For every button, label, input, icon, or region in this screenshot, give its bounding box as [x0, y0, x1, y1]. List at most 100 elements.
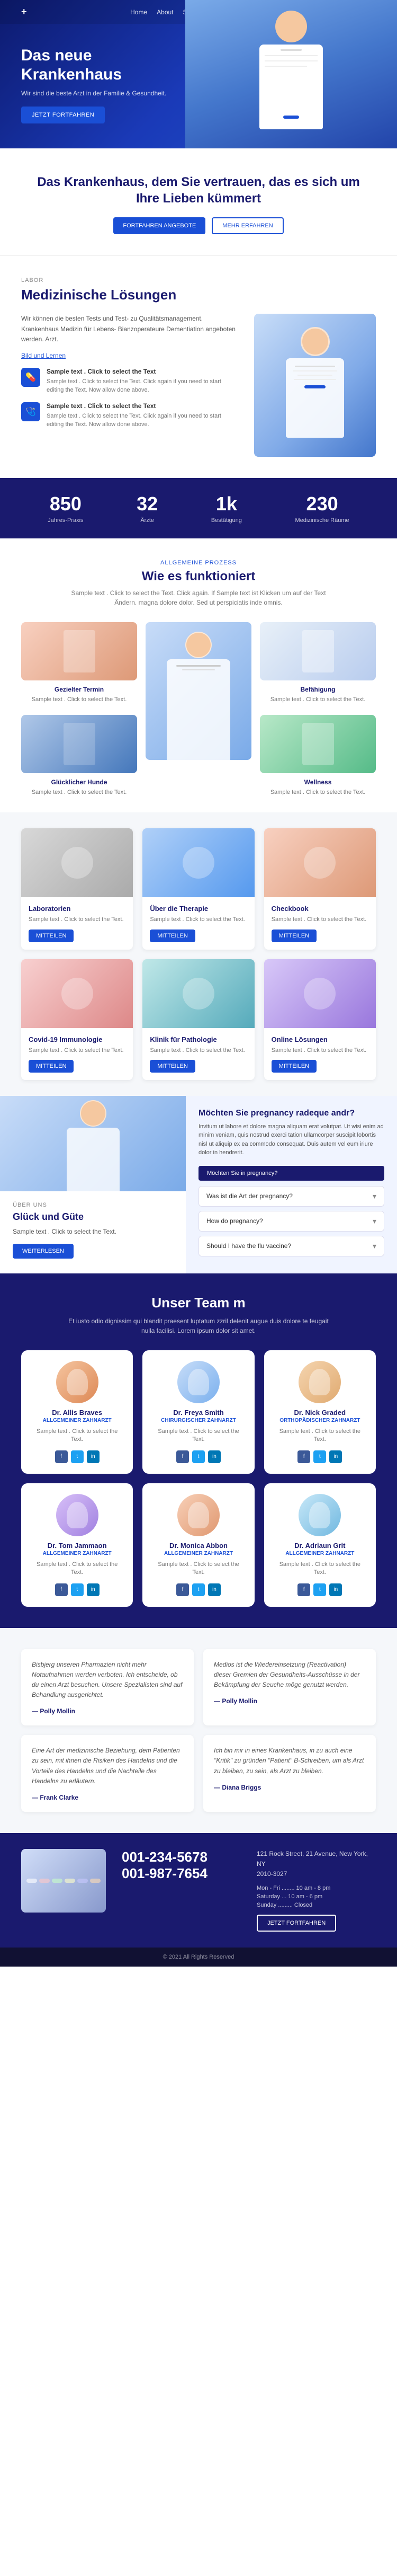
- medical-item2-title: Sample text . Click to select the Text: [47, 402, 238, 410]
- stat-number-2: 1k: [211, 493, 242, 515]
- hero-section: + Home About Services Team Contact ☰ Das…: [0, 0, 397, 148]
- team-member4-tw[interactable]: t: [192, 1583, 205, 1596]
- team-member3-tw[interactable]: t: [71, 1583, 84, 1596]
- service1-text: Sample text . Click to select the Text.: [150, 916, 247, 924]
- team-member0-text: Sample text . Click to select the Text.: [30, 1428, 124, 1444]
- testimonial1-text: Medios ist die Wiedereinsetzung (Reactiv…: [214, 1660, 365, 1690]
- stat-label-1: Ärzte: [137, 517, 158, 524]
- service-card-4: Klinik für Pathologie Sample text . Clic…: [142, 959, 254, 1080]
- testimonial3-author: — Diana Briggs: [214, 1784, 365, 1791]
- team-member0-name: Dr. Allis Braves: [30, 1409, 124, 1417]
- faq-title: Möchten Sie pregnancy radeque andr?: [198, 1109, 384, 1118]
- team-member3-fb[interactable]: f: [55, 1583, 68, 1596]
- medical-desc: Wir können die besten Tests und Test- zu…: [21, 314, 238, 344]
- hero-title: Das neue Krankenhaus: [21, 46, 185, 84]
- service3-btn[interactable]: MITTEILEN: [29, 1060, 74, 1073]
- testimonial0-author: — Polly Mollin: [32, 1707, 183, 1715]
- how-title: Wie es funktioniert: [21, 569, 376, 584]
- service2-btn[interactable]: MITTEILEN: [272, 930, 317, 942]
- team-member1-tw[interactable]: t: [192, 1450, 205, 1463]
- contact-address: 121 Rock Street, 21 Avenue, New York, NY…: [257, 1849, 376, 1880]
- faq-main-btn[interactable]: Möchten Sie in pregnancy?: [198, 1166, 384, 1181]
- hero-cta-button[interactable]: JETZT FORTFAHREN: [21, 107, 105, 123]
- medical-link[interactable]: Bild und Lernen: [21, 352, 238, 359]
- banner-btn1[interactable]: FORTFAHREN ANGEBOTE: [113, 217, 205, 234]
- team-member3-li[interactable]: in: [87, 1583, 100, 1596]
- service4-title: Klinik für Pathologie: [150, 1035, 247, 1043]
- team-member5-role: ALLGEMEINER ZAHNARZT: [273, 1551, 367, 1556]
- hero-image-area: [185, 0, 397, 148]
- how-item-1: Befähigung Sample text . Click to select…: [260, 622, 376, 704]
- footer: © 2021 All Rights Reserved: [0, 1948, 397, 1967]
- how-item-2: Glücklicher Hunde Sample text . Click to…: [21, 715, 137, 796]
- footer-text: © 2021 All Rights Reserved: [163, 1954, 234, 1960]
- medical-label: Labor: [21, 277, 376, 284]
- faq-item-0[interactable]: Was ist die Art der pregnancy? ▾: [198, 1186, 384, 1207]
- stat-number-1: 32: [137, 493, 158, 515]
- stat-label-3: Medizinische Räume: [295, 517, 349, 524]
- service-card-0: Laboratorien Sample text . Click to sele…: [21, 828, 133, 949]
- testimonial-card-2: Eine Art der medizinische Beziehung, dem…: [21, 1735, 194, 1812]
- team-member0-tw[interactable]: t: [71, 1450, 84, 1463]
- team-member2-fb[interactable]: f: [297, 1450, 310, 1463]
- team-member0-fb[interactable]: f: [55, 1450, 68, 1463]
- contact-phones: 001-234-5678 001-987-7654: [122, 1849, 241, 1882]
- team-card-4: Dr. Monica Abbon ALLGEMEINER ZAHNARZT Sa…: [142, 1483, 254, 1607]
- how-item0-title: Gezielter Termin: [55, 686, 104, 693]
- service2-text: Sample text . Click to select the Text.: [272, 916, 368, 924]
- service-card-1: Über die Therapie Sample text . Click to…: [142, 828, 254, 949]
- testimonial2-text: Eine Art der medizinische Beziehung, dem…: [32, 1746, 183, 1786]
- team-title: Unser Team m: [21, 1295, 376, 1311]
- team-card-2: Dr. Nick Graded ORTHOPÄDISCHER ZAHNARZT …: [264, 1350, 376, 1474]
- team-member5-fb[interactable]: f: [297, 1583, 310, 1596]
- service1-btn[interactable]: MITTEILEN: [150, 930, 195, 942]
- team-member2-li[interactable]: in: [329, 1450, 342, 1463]
- how-label: Allgemeine Prozess: [21, 560, 376, 566]
- testimonial-card-3: Ich bin mir in eines Krankenhaus, in zu …: [203, 1735, 376, 1812]
- service3-title: Covid-19 Immunologie: [29, 1035, 125, 1043]
- service5-title: Online Lösungen: [272, 1035, 368, 1043]
- team-member3-text: Sample text . Click to select the Text.: [30, 1561, 124, 1577]
- nav-link-about[interactable]: About: [157, 8, 173, 16]
- faq-item-2[interactable]: Should I have the flu vaccine? ▾: [198, 1236, 384, 1256]
- service5-btn[interactable]: MITTEILEN: [272, 1060, 317, 1073]
- medical-item1-title: Sample text . Click to select the Text: [47, 368, 238, 375]
- service0-title: Laboratorien: [29, 905, 125, 913]
- team-member2-tw[interactable]: t: [313, 1450, 326, 1463]
- team-member5-li[interactable]: in: [329, 1583, 342, 1596]
- service4-text: Sample text . Click to select the Text.: [150, 1047, 247, 1055]
- team-member1-text: Sample text . Click to select the Text.: [151, 1428, 246, 1444]
- testimonial1-author: — Polly Mollin: [214, 1697, 365, 1705]
- how-item2-text: Sample text . Click to select the Text.: [32, 789, 127, 796]
- team-member1-li[interactable]: in: [208, 1450, 221, 1463]
- faq-arrow-2: ▾: [373, 1242, 376, 1251]
- team-member4-li[interactable]: in: [208, 1583, 221, 1596]
- contact-phone2: 001-987-7654: [122, 1865, 241, 1882]
- contact-cta-button[interactable]: JETZT FORTFAHREN: [257, 1915, 336, 1932]
- service0-btn[interactable]: MITTEILEN: [29, 930, 74, 942]
- medical-items: 💊 Sample text . Click to select the Text…: [21, 368, 238, 429]
- medical-section: Labor Medizinische Lösungen Wir können d…: [0, 256, 397, 478]
- contact-hours: Mon - Fri ........ 10 am - 8 pm: [257, 1885, 376, 1891]
- team-member0-li[interactable]: in: [87, 1450, 100, 1463]
- how-item-3: Wellness Sample text . Click to select t…: [260, 715, 376, 796]
- nav-link-home[interactable]: Home: [130, 8, 147, 16]
- cta-more-button[interactable]: WEITERLESEN: [13, 1244, 74, 1259]
- team-member5-text: Sample text . Click to select the Text.: [273, 1561, 367, 1577]
- service4-btn[interactable]: MITTEILEN: [150, 1060, 195, 1073]
- banner-buttons: FORTFAHREN ANGEBOTE MEHR ERFAHREN: [32, 217, 365, 234]
- team-member4-fb[interactable]: f: [176, 1583, 189, 1596]
- team-member2-role: ORTHOPÄDISCHER ZAHNARZT: [273, 1418, 367, 1423]
- faq-arrow-1: ▾: [373, 1217, 376, 1226]
- faq-item-1[interactable]: How do pregnancy? ▾: [198, 1211, 384, 1232]
- how-item1-text: Sample text . Click to select the Text.: [270, 696, 366, 704]
- medical-image-area: [254, 314, 376, 457]
- hero-doctor-illustration: [238, 11, 344, 138]
- team-card-3: Dr. Tom Jammaon ALLGEMEINER ZAHNARZT Sam…: [21, 1483, 133, 1607]
- how-item3-title: Wellness: [304, 778, 332, 786]
- team-member5-tw[interactable]: t: [313, 1583, 326, 1596]
- banner-section: Das Krankenhaus, dem Sie vertrauen, das …: [0, 148, 397, 256]
- team-member1-fb[interactable]: f: [176, 1450, 189, 1463]
- team-avatar-0: [56, 1361, 98, 1403]
- banner-btn2[interactable]: MEHR ERFAHREN: [212, 217, 283, 234]
